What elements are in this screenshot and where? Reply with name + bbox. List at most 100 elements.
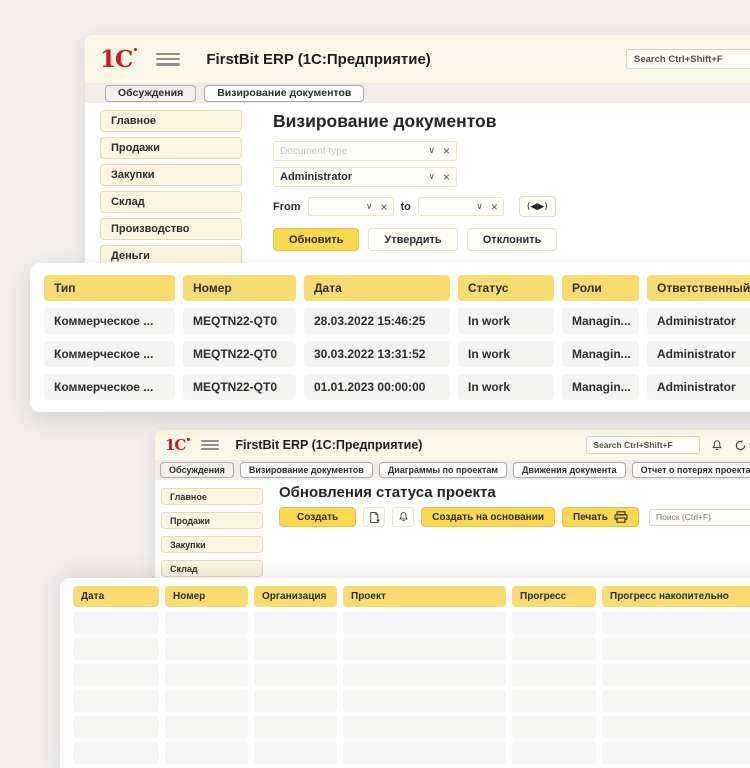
table-row[interactable] bbox=[73, 664, 750, 686]
create-button[interactable]: Создать bbox=[279, 507, 356, 527]
sidebar-item-main[interactable]: Главное bbox=[161, 488, 263, 505]
sidebar-item-sales[interactable]: Продажи bbox=[161, 512, 263, 529]
empty-cell bbox=[512, 638, 596, 660]
column-header-project[interactable]: Проект bbox=[343, 586, 506, 607]
column-header-date[interactable]: Дата bbox=[304, 275, 450, 301]
chevron-down-icon[interactable]: ∨ bbox=[428, 146, 435, 156]
table-row[interactable] bbox=[73, 716, 750, 738]
column-header-type[interactable]: Тип bbox=[44, 275, 175, 301]
chevron-down-icon[interactable]: ∨ bbox=[366, 202, 373, 212]
clear-icon[interactable]: × bbox=[491, 201, 498, 213]
decline-button[interactable]: Отклонить bbox=[467, 228, 558, 251]
sidebar-item-main[interactable]: Главное bbox=[100, 110, 242, 132]
list-search-input[interactable] bbox=[649, 509, 750, 526]
copy-document-button[interactable] bbox=[363, 507, 385, 527]
table-row[interactable] bbox=[73, 638, 750, 660]
tab-discussions[interactable]: Обсуждения bbox=[105, 85, 196, 102]
page-title: Обновления статуса проекта bbox=[279, 484, 750, 501]
empty-cell bbox=[254, 716, 337, 738]
chevron-down-icon[interactable]: ∨ bbox=[476, 202, 483, 212]
clear-icon[interactable]: × bbox=[443, 171, 450, 183]
global-search-input[interactable] bbox=[586, 436, 700, 454]
column-header-progress[interactable]: Прогресс bbox=[512, 586, 596, 607]
empty-cell bbox=[602, 638, 750, 660]
column-header-status[interactable]: Статус bbox=[458, 275, 554, 301]
tab-document-approval[interactable]: Визирование документов bbox=[204, 85, 364, 102]
column-header-roles[interactable]: Роли bbox=[562, 275, 639, 301]
interval-picker-button[interactable]: (◀▶) bbox=[519, 196, 556, 217]
hamburger-menu-icon[interactable] bbox=[156, 53, 180, 66]
print-button[interactable]: Печать bbox=[562, 507, 639, 527]
cell-type: Коммерческое ... bbox=[44, 374, 175, 400]
desktop-background: { "brand": { "logo_text": "1С", "logo_co… bbox=[0, 0, 750, 760]
table-row[interactable] bbox=[73, 690, 750, 712]
empty-cell bbox=[165, 612, 248, 634]
app-title: FirstBit ERP (1С:Предприятие) bbox=[235, 438, 422, 452]
window2-tab-bar: Обсуждения Визирование документов Диагра… bbox=[155, 460, 750, 480]
empty-cell bbox=[602, 742, 750, 764]
refresh-button[interactable]: Обновить bbox=[273, 228, 359, 251]
clear-icon[interactable]: × bbox=[443, 145, 450, 157]
sidebar-item-purchases[interactable]: Закупки bbox=[161, 536, 263, 553]
cell-responsible: Administrator bbox=[647, 374, 750, 400]
approve-button[interactable]: Утвердить bbox=[368, 228, 457, 251]
column-header-number[interactable]: Номер bbox=[183, 275, 296, 301]
sidebar-item-production[interactable]: Производство bbox=[100, 218, 242, 240]
cell-type: Коммерческое ... bbox=[44, 308, 175, 334]
date-to-select[interactable]: ∨ × bbox=[418, 197, 504, 216]
empty-cell bbox=[254, 612, 337, 634]
cell-number: MEQTN22-QT0 bbox=[183, 374, 296, 400]
empty-cell bbox=[512, 716, 596, 738]
empty-cell bbox=[165, 716, 248, 738]
document-icon bbox=[369, 511, 380, 524]
table-row[interactable] bbox=[73, 742, 750, 764]
column-header-organization[interactable]: Организация bbox=[254, 586, 337, 607]
empty-cell bbox=[73, 664, 159, 686]
empty-cell bbox=[165, 690, 248, 712]
column-header-number[interactable]: Номер bbox=[165, 586, 248, 607]
tab-project-losses-report[interactable]: Отчет о потерях проекта bbox=[632, 462, 750, 478]
column-header-date[interactable]: Дата bbox=[73, 586, 159, 607]
tab-document-movements[interactable]: Движения документа bbox=[513, 462, 626, 478]
column-header-responsible[interactable]: Ответственный bbox=[647, 275, 750, 301]
from-label: From bbox=[273, 201, 301, 213]
cell-status: In work bbox=[458, 374, 554, 400]
create-based-on-button[interactable]: Создать на основании bbox=[421, 507, 555, 527]
approver-value: Administrator bbox=[280, 171, 428, 183]
document-type-select[interactable]: Document type ∨ × bbox=[273, 141, 457, 161]
tab-discussions[interactable]: Обсуждения bbox=[160, 462, 234, 478]
hamburger-menu-icon[interactable] bbox=[201, 440, 219, 450]
bell-icon bbox=[398, 511, 409, 523]
table-row[interactable]: Коммерческое ... MEQTN22-QT0 01.01.2023 … bbox=[44, 374, 750, 400]
notify-button[interactable] bbox=[392, 507, 414, 527]
cell-date: 01.01.2023 00:00:00 bbox=[304, 374, 450, 400]
action-buttons-row: Обновить Утвердить Отклонить bbox=[273, 228, 557, 251]
to-label: to bbox=[401, 201, 411, 213]
column-header-progress-cumulative[interactable]: Прогресс накопительно bbox=[602, 586, 750, 607]
table-row[interactable]: Коммерческое ... MEQTN22-QT0 30.03.2022 … bbox=[44, 341, 750, 367]
global-search-input[interactable] bbox=[626, 49, 750, 69]
history-icon[interactable] bbox=[734, 439, 747, 452]
cell-number: MEQTN22-QT0 bbox=[183, 341, 296, 367]
empty-cell bbox=[512, 742, 596, 764]
chevron-down-icon[interactable]: ∨ bbox=[428, 172, 435, 182]
empty-cell bbox=[254, 664, 337, 686]
notifications-bell-icon[interactable] bbox=[711, 439, 723, 452]
tab-project-diagrams[interactable]: Диаграммы по проектам bbox=[379, 462, 507, 478]
cell-roles: Managin... bbox=[562, 341, 639, 367]
tab-document-approval[interactable]: Визирование документов bbox=[240, 462, 373, 478]
sidebar-item-purchases[interactable]: Закупки bbox=[100, 164, 242, 186]
empty-cell bbox=[343, 638, 506, 660]
date-from-select[interactable]: ∨ × bbox=[308, 197, 394, 216]
sidebar-item-sales[interactable]: Продажи bbox=[100, 137, 242, 159]
sidebar-item-warehouse[interactable]: Склад bbox=[161, 560, 263, 577]
approver-select[interactable]: Administrator ∨ × bbox=[273, 167, 457, 187]
empty-cell bbox=[343, 690, 506, 712]
sidebar-item-warehouse[interactable]: Склад bbox=[100, 191, 242, 213]
table-row[interactable]: Коммерческое ... MEQTN22-QT0 28.03.2022 … bbox=[44, 308, 750, 334]
clear-icon[interactable]: × bbox=[381, 201, 388, 213]
window2-header: 1С FirstBit ERP (1С:Предприятие) ☆ bbox=[155, 430, 750, 460]
table-row[interactable] bbox=[73, 612, 750, 634]
cell-status: In work bbox=[458, 341, 554, 367]
empty-cell bbox=[343, 612, 506, 634]
